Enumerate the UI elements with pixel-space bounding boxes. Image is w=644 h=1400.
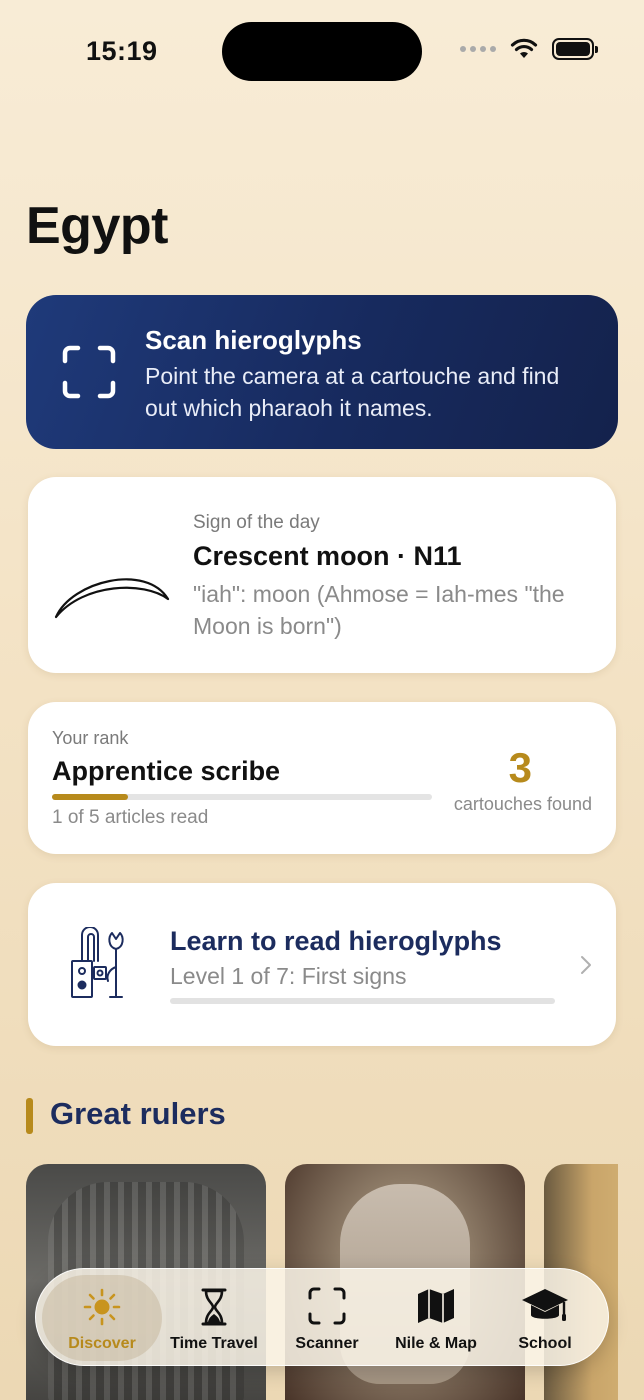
status-icons <box>460 38 598 60</box>
sun-icon <box>83 1288 121 1326</box>
page-title: Egypt <box>26 197 168 255</box>
cartouches-count: 3 <box>508 744 532 791</box>
scan-frame-icon <box>62 345 116 399</box>
rank-overline: Your rank <box>52 728 129 748</box>
hourglass-icon <box>201 1288 227 1326</box>
tab-label-discover: Discover <box>68 1335 136 1352</box>
dynamic-island <box>222 22 422 81</box>
rank-card[interactable]: Your rank Apprentice scribe 1 of 5 artic… <box>28 702 616 854</box>
sign-title: Crescent moon · N11 <box>193 541 462 571</box>
learn-subtitle: Level 1 of 7: First signs <box>170 963 407 989</box>
chevron-right-icon <box>581 956 591 974</box>
tab-label-school: School <box>518 1335 572 1352</box>
learn-progress-bar <box>170 998 555 1004</box>
learn-hieroglyphs-card[interactable]: Learn to read hieroglyphs Level 1 of 7: … <box>28 883 616 1046</box>
section-accent-bar <box>26 1098 33 1134</box>
wifi-icon <box>510 38 538 58</box>
rank-progress-text: 1 of 5 articles read <box>52 807 209 828</box>
tab-discover[interactable]: Discover <box>42 1275 162 1361</box>
tab-time-travel[interactable]: Time Travel <box>154 1275 274 1361</box>
hieroglyph-lesson-icon <box>71 927 124 998</box>
scan-card-subtitle: Point the camera at a cartouche and find… <box>145 363 560 421</box>
tab-label-scanner: Scanner <box>295 1335 359 1352</box>
section-title-great-rulers: Great rulers <box>50 1096 226 1131</box>
scan-frame-icon <box>308 1287 346 1325</box>
map-icon <box>418 1289 454 1323</box>
graduation-cap-icon <box>522 1289 568 1321</box>
crescent-moon-glyph-icon <box>54 578 170 619</box>
cellular-signal-icon <box>460 46 496 52</box>
battery-icon <box>552 38 598 60</box>
status-time: 15:19 <box>86 36 158 66</box>
tab-label-nile-map: Nile & Map <box>395 1335 477 1352</box>
sign-description: "iah": moon (Ahmose = Iah-mes "the Moon … <box>193 581 565 639</box>
status-bar: 15:19 <box>0 0 644 100</box>
tab-bar: Discover Time Travel Scanner Nile & Map <box>35 1268 609 1366</box>
cartouches-count-label: cartouches found <box>453 794 592 814</box>
sign-of-the-day-card[interactable]: Sign of the day Crescent moon · N11 "iah… <box>28 477 616 673</box>
scan-hieroglyphs-card[interactable]: Scan hieroglyphs Point the camera at a c… <box>26 295 618 449</box>
rank-progress-bar <box>52 794 432 800</box>
tab-nile-map[interactable]: Nile & Map <box>376 1275 496 1361</box>
rank-title: Apprentice scribe <box>52 756 281 786</box>
tab-school[interactable]: School <box>485 1275 605 1361</box>
learn-title: Learn to read hieroglyphs <box>170 926 502 956</box>
sign-overline: Sign of the day <box>193 512 320 533</box>
rank-progress-fill <box>52 794 128 800</box>
tab-label-time-travel: Time Travel <box>170 1335 258 1352</box>
scan-card-title: Scan hieroglyphs <box>145 325 362 355</box>
tab-scanner[interactable]: Scanner <box>267 1275 387 1361</box>
